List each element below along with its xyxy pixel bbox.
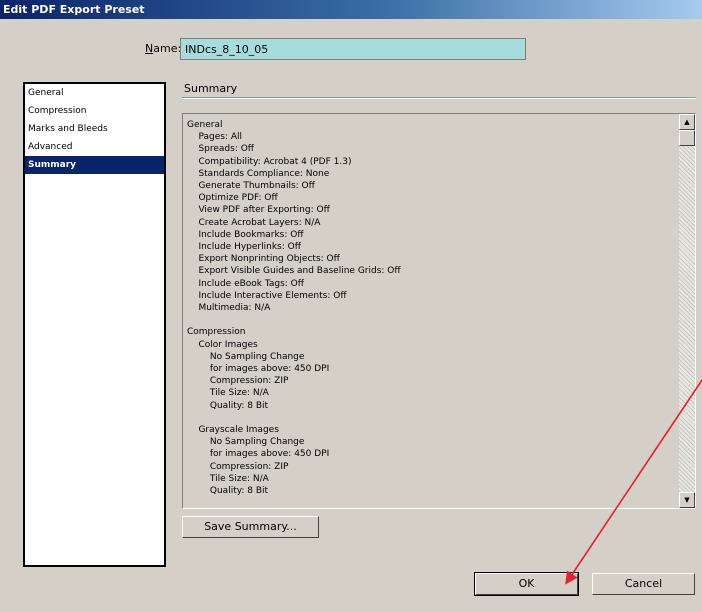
summary-line: Quality: 8 Bit <box>187 400 269 411</box>
triangle-down-icon: ▼ <box>684 496 690 504</box>
summary-line: for images above: 450 DPI <box>187 449 330 460</box>
summary-line: No Sampling Change <box>187 437 305 448</box>
summary-textbox[interactable]: General Pages: All Spreads: Off Compatib… <box>182 113 696 509</box>
summary-line: No Sampling Change <box>187 351 305 362</box>
ok-button[interactable]: OK <box>474 572 579 596</box>
summary-line: Compression: ZIP <box>187 376 289 387</box>
panel-title: Summary <box>184 82 238 95</box>
summary-line: for images above: 450 DPI <box>187 364 330 375</box>
save-summary-button[interactable]: Save Summary... <box>182 516 319 538</box>
summary-line: Pages: All <box>187 132 242 143</box>
scroll-down-button[interactable]: ▼ <box>679 492 695 508</box>
category-advanced[interactable]: Advanced <box>25 138 164 156</box>
scroll-thumb[interactable] <box>679 130 695 146</box>
scroll-up-button[interactable]: ▲ <box>679 114 695 130</box>
cancel-button[interactable]: Cancel <box>592 573 695 595</box>
summary-blank-line <box>187 412 677 424</box>
summary-line: Spreads: Off <box>187 144 255 155</box>
summary-line: Include Bookmarks: Off <box>187 229 304 240</box>
summary-line: Generate Thumbnails: Off <box>187 181 315 192</box>
panel-divider <box>182 97 696 99</box>
category-list: General Compression Marks and Bleeds Adv… <box>23 82 166 567</box>
summary-line: Create Acrobat Layers: N/A <box>187 217 321 228</box>
summary-line: Quality: 8 Bit <box>187 486 269 497</box>
summary-scrollbar[interactable]: ▲ ▼ <box>679 114 695 508</box>
category-marks-and-bleeds[interactable]: Marks and Bleeds <box>25 120 164 138</box>
summary-line: Include eBook Tags: Off <box>187 278 304 289</box>
summary-line: Export Visible Guides and Baseline Grids… <box>187 266 401 277</box>
category-general[interactable]: General <box>25 84 164 102</box>
summary-line: Tile Size: N/A <box>187 473 269 484</box>
triangle-up-icon: ▲ <box>684 118 690 126</box>
summary-line: Multimedia: N/A <box>187 303 271 314</box>
category-compression[interactable]: Compression <box>25 102 164 120</box>
summary-line: Compression: ZIP <box>187 461 289 472</box>
preset-name-input[interactable] <box>180 38 526 60</box>
summary-line: Include Hyperlinks: Off <box>187 242 301 253</box>
summary-line: Compression <box>187 327 246 338</box>
summary-line: Optimize PDF: Off <box>187 193 278 204</box>
summary-blank-line <box>187 314 677 326</box>
summary-text: General Pages: All Spreads: Off Compatib… <box>187 119 677 497</box>
summary-line: Grayscale Images <box>187 425 279 436</box>
name-label: Name: <box>145 42 182 55</box>
summary-line: General <box>187 120 223 130</box>
window-title: Edit PDF Export Preset <box>0 0 702 19</box>
summary-line: Standards Compliance: None <box>187 168 330 179</box>
summary-line: Export Nonprinting Objects: Off <box>187 254 340 265</box>
summary-line: View PDF after Exporting: Off <box>187 205 330 216</box>
summary-line: Color Images <box>187 339 258 350</box>
summary-line: Compatibility: Acrobat 4 (PDF 1.3) <box>187 156 352 167</box>
summary-line: Include Interactive Elements: Off <box>187 290 347 301</box>
category-summary[interactable]: Summary <box>25 156 164 174</box>
summary-line: Tile Size: N/A <box>187 388 269 399</box>
